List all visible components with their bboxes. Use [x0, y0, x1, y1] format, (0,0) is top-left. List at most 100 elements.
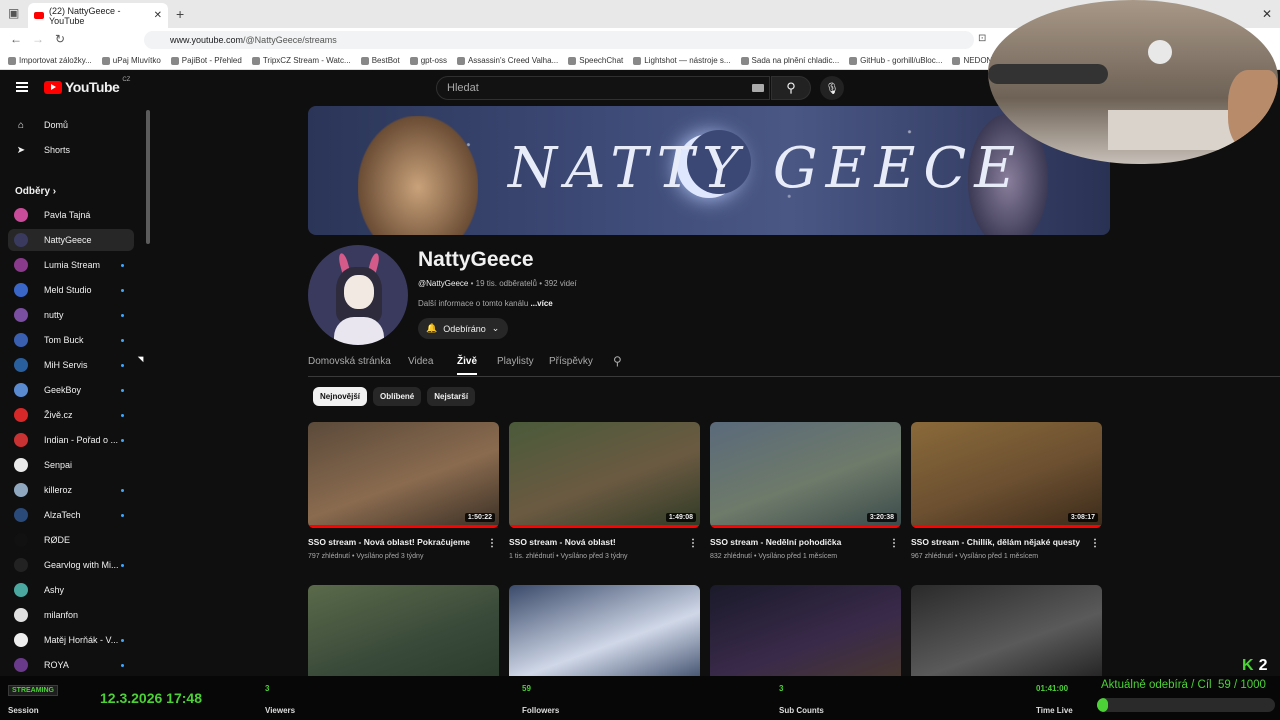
sidebar-subscription-item[interactable]: GeekBoy — [8, 379, 134, 401]
channel-avatar[interactable] — [308, 245, 408, 345]
sidebar-subscription-item[interactable]: Pavla Tajná — [8, 204, 134, 226]
video-thumbnail[interactable]: 1:50:22 — [308, 422, 499, 528]
sidebar-subscription-item[interactable]: Matěj Horňák - V... — [8, 629, 134, 651]
video-thumbnail[interactable] — [308, 585, 499, 676]
tab-actions-icon[interactable]: ▣ — [8, 6, 19, 20]
more-info-text: Další informace o tomto kanálu — [418, 299, 529, 308]
close-window-icon[interactable]: ✕ — [1262, 7, 1272, 21]
sidebar-subscription-item[interactable]: AlzaTech — [8, 504, 134, 526]
sidebar-subscription-item[interactable]: milanfon — [8, 604, 134, 626]
back-icon[interactable]: ← — [10, 32, 22, 46]
sidebar-subscription-item[interactable]: Gearvlog with Mi... — [8, 554, 134, 576]
channel-search-icon[interactable]: ⚲ — [613, 354, 622, 368]
tab-videos[interactable]: Videa — [408, 356, 433, 367]
menu-icon[interactable] — [16, 82, 28, 92]
video-title[interactable]: SSO stream - Chillík, dělám nějaké quest… — [911, 537, 1102, 547]
video-card[interactable] — [911, 585, 1102, 676]
more-actions-icon[interactable]: ⋮ — [487, 538, 497, 549]
bookmark-item[interactable]: PajiBot - Přehled — [170, 56, 242, 65]
video-card[interactable] — [710, 585, 901, 676]
video-thumbnail[interactable]: 3:08:17 — [911, 422, 1102, 528]
tab-home[interactable]: Domovská stránka — [308, 356, 391, 367]
bookmark-item[interactable]: SpeechChat — [568, 56, 623, 65]
sidebar-subscription-item[interactable]: nutty — [8, 304, 134, 326]
keyboard-icon[interactable] — [752, 84, 764, 92]
subscribed-button[interactable]: 🔔 Odebíráno ⌄ — [418, 318, 508, 339]
sidebar-scrollbar[interactable] — [146, 110, 150, 244]
search-button[interactable]: ⚲ — [771, 76, 811, 100]
viewers-value: 3 — [265, 684, 270, 693]
more-actions-icon[interactable]: ⋮ — [1090, 538, 1100, 549]
sidebar-subscription-item[interactable]: RØDE — [8, 529, 134, 551]
chip-popular[interactable]: Oblíbené — [373, 387, 422, 406]
sidebar-item-label: Gearvlog with Mi... — [44, 560, 119, 570]
bookmark-item[interactable]: Sada na plnění chladic... — [740, 56, 839, 65]
sidebar-subscription-item[interactable]: ROYA — [8, 654, 134, 676]
video-thumbnail[interactable]: 1:49:08 — [509, 422, 700, 528]
video-card[interactable]: 1:50:22 SSO stream - Nová oblast! Pokraču… — [308, 422, 499, 560]
sidebar-item-home[interactable]: ⌂ Domů — [8, 114, 134, 136]
install-icon[interactable]: ⊡ — [978, 33, 986, 44]
tab-live[interactable]: Živě — [457, 356, 478, 375]
video-title[interactable]: SSO stream - Nová oblast! — [509, 537, 700, 547]
chip-oldest[interactable]: Nejstarší — [427, 387, 476, 406]
video-card[interactable]: 3:08:17 SSO stream - Chillík, dělám nějak… — [911, 422, 1102, 560]
sidebar-subscription-item[interactable]: MiH Servis — [8, 354, 134, 376]
live-dot-icon — [121, 413, 124, 417]
video-card[interactable]: 1:49:08 SSO stream - Nová oblast! 1 tis. z… — [509, 422, 700, 560]
video-card[interactable] — [509, 585, 700, 676]
sidebar-subscription-item[interactable]: Senpai — [8, 454, 134, 476]
new-tab-icon[interactable]: + — [176, 6, 184, 22]
banner-character-left — [358, 116, 478, 235]
sidebar-subscription-item[interactable]: Indian - Pořad o ... — [8, 429, 134, 451]
video-thumbnail[interactable] — [911, 585, 1102, 676]
browser-tab[interactable]: (22) NattyGeece - YouTube ✕ — [28, 3, 168, 28]
reload-icon[interactable]: ↻ — [55, 32, 65, 46]
bookmark-item[interactable]: BestBot — [360, 56, 400, 65]
more-actions-icon[interactable]: ⋮ — [889, 538, 899, 549]
subscriber-count: 19 tis. odběratelů — [475, 279, 537, 288]
url-field[interactable]: www.youtube.com/@NattyGeece/streams — [144, 31, 974, 49]
video-thumbnail[interactable] — [710, 585, 901, 676]
more-link[interactable]: ...více — [531, 299, 553, 308]
bookmark-item[interactable]: Importovat záložky... — [8, 56, 92, 65]
sidebar-item-label: milanfon — [44, 610, 79, 620]
sidebar-item-shorts[interactable]: ➤ Shorts — [8, 139, 134, 161]
bookmark-item[interactable]: gpt-oss — [409, 56, 447, 65]
live-dot-icon — [121, 263, 124, 267]
search-input[interactable]: Hledat — [436, 76, 770, 100]
tab-posts[interactable]: Příspěvky — [549, 356, 593, 367]
sidebar-subscription-item[interactable]: Meld Studio — [8, 279, 134, 301]
voice-search-button[interactable]: 🎙 — [820, 76, 844, 100]
bookmark-item[interactable]: uPaj Mluvítko — [101, 56, 161, 65]
forward-icon[interactable]: → — [32, 32, 44, 46]
subscriptions-heading[interactable]: Odběry › — [15, 186, 56, 197]
video-thumbnail[interactable]: 3:20:38 — [710, 422, 901, 528]
tab-playlists[interactable]: Playlisty — [497, 356, 534, 367]
bookmark-favicon-icon — [251, 56, 260, 65]
sidebar-subscription-item[interactable]: killeroz — [8, 479, 134, 501]
video-title[interactable]: SSO stream - Nedělní pohodička — [710, 537, 901, 547]
youtube-play-icon — [44, 80, 62, 94]
bookmark-item[interactable]: GitHub - gorhill/uBloc... — [849, 56, 942, 65]
more-actions-icon[interactable]: ⋮ — [688, 538, 698, 549]
video-card[interactable]: 3:20:38 SSO stream - Nedělní pohodička 832… — [710, 422, 901, 560]
sidebar-subscription-item[interactable]: Lumia Stream — [8, 254, 134, 276]
chip-newest[interactable]: Nejnovější — [313, 387, 368, 406]
video-thumbnail[interactable] — [509, 585, 700, 676]
close-tab-icon[interactable]: ✕ — [154, 10, 162, 21]
sidebar-subscription-item[interactable]: Tom Buck — [8, 329, 134, 351]
bookmark-item[interactable]: Assassin's Creed Valha... — [456, 56, 558, 65]
youtube-logo[interactable]: YouTube CZ — [44, 77, 130, 95]
sidebar-subscription-item[interactable]: Ashy — [8, 579, 134, 601]
bell-icon: 🔔 — [426, 323, 438, 333]
video-card[interactable] — [308, 585, 499, 676]
bookmark-item[interactable]: TripxCZ Stream - Watc... — [251, 56, 351, 65]
video-title[interactable]: SSO stream - Nová oblast! Pokračujeme — [308, 537, 499, 547]
channel-description[interactable]: Další informace o tomto kanálu ...více — [418, 299, 553, 308]
sidebar-subscription-item[interactable]: Živě.cz — [8, 404, 134, 426]
bookmark-favicon-icon — [849, 56, 858, 65]
sidebar-subscription-item[interactable]: NattyGeece — [8, 229, 134, 251]
url-host: www.youtube.com — [170, 35, 244, 45]
bookmark-item[interactable]: Lightshot — nástroje s... — [633, 56, 731, 65]
